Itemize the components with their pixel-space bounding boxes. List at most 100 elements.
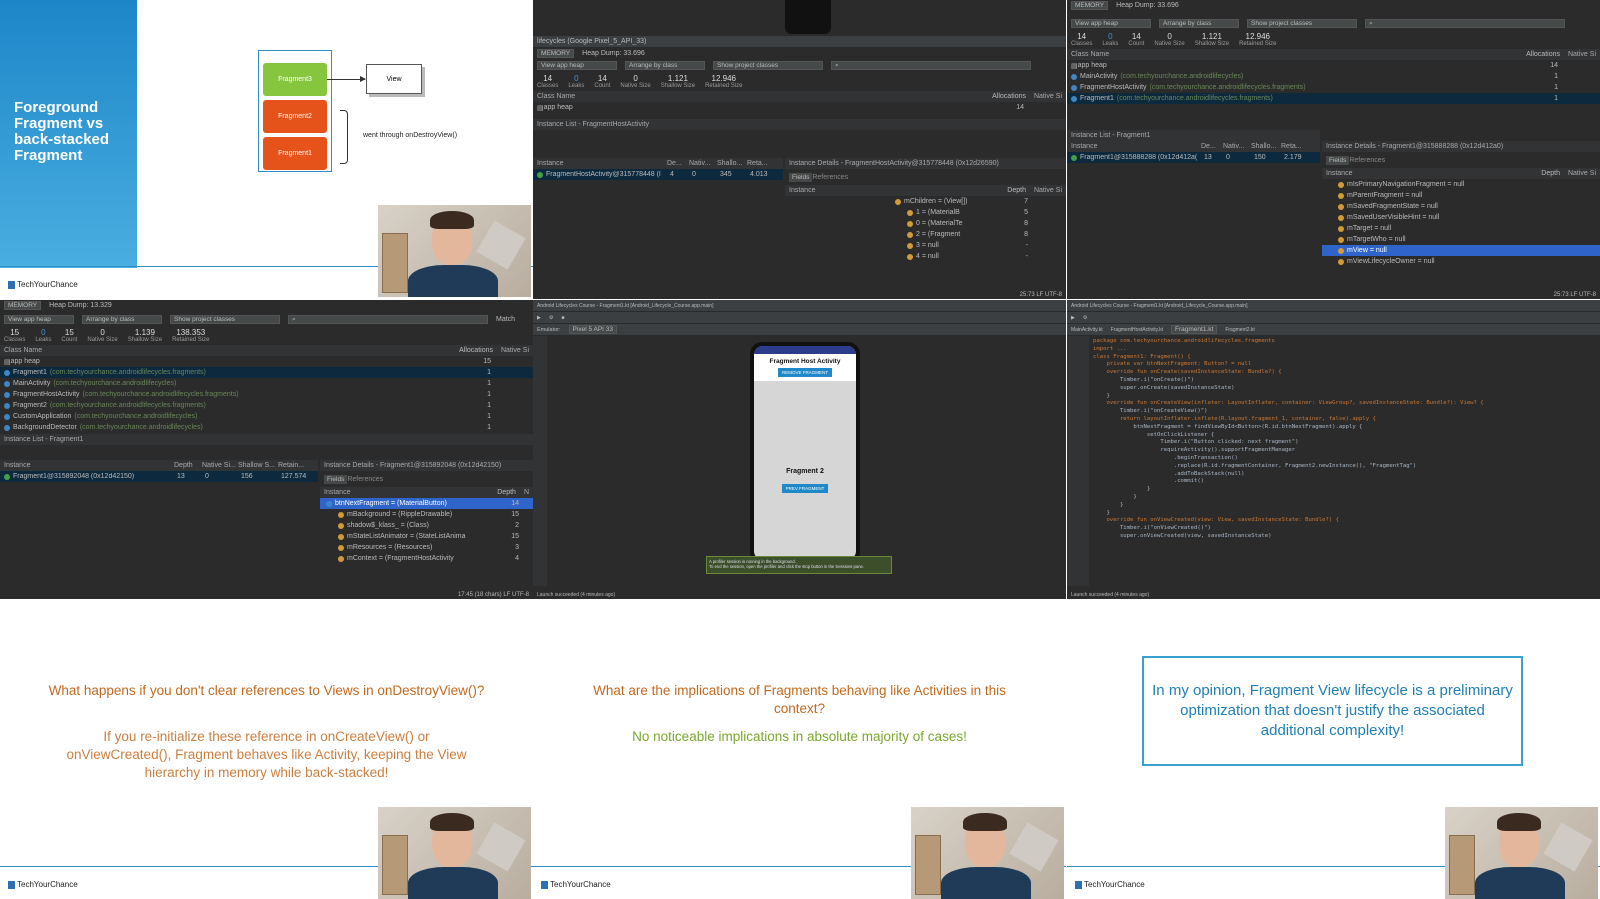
tab-references[interactable]: References [812,174,848,181]
prev-fragment-button[interactable]: PREV FRAGMENT [781,484,829,493]
class-row[interactable]: ▤ app heap 14 [1067,60,1600,71]
file-tab[interactable]: Fragment1.kt [1171,325,1218,334]
file-tabs: MainActivity.kt FragmentHostActivity.kt Fr… [1067,324,1600,336]
class-row[interactable]: Fragment1 (com.techyourchance.androidlife… [0,367,533,378]
tab-fields[interactable]: Fields [789,172,813,182]
instance-icon [537,171,543,178]
code-line: } [1093,392,1110,399]
stat-item: 14 Count [1128,32,1144,47]
run-icon[interactable]: ▶ [537,315,541,321]
details-row[interactable]: mView = null [1322,245,1600,256]
memory-dropdown[interactable]: MEMORY [537,49,575,58]
class-row[interactable]: BackgroundDetector (com.techyourchance.an… [0,422,533,433]
arrange-select[interactable]: Arrange by class [1159,19,1239,28]
details-row[interactable]: mChildren = (View[]) 7 [785,196,1066,207]
class-count: 1 [1554,84,1558,91]
arrange-select[interactable]: Arrange by class [625,61,705,70]
memory-dropdown[interactable]: MEMORY [1071,1,1109,10]
details-row[interactable]: shadow$_klass_ = (Class) 2 [320,520,533,531]
details-row[interactable]: mParentFragment = null [1322,190,1600,201]
heap-dump-label: Heap Dump: 33.696 [582,50,645,57]
details-row[interactable]: 1 = (MaterialB 5 [785,207,1066,218]
details-row[interactable]: mResources = (Resources) 3 [320,542,533,553]
field-depth: 8 [1024,231,1028,238]
details-row[interactable]: mTarget = null [1322,223,1600,234]
heap-stats: 14 Classes 0 Leaks 14 Count 0 Native Size 1.121 S… [533,72,1066,91]
class-row[interactable]: FragmentHostActivity (com.techyourchance.… [1067,82,1600,93]
debug-icon[interactable]: ⚙ [549,315,553,321]
details-row[interactable]: 0 = (MaterialTe 8 [785,218,1066,229]
details-row[interactable]: 3 = null - [785,240,1066,251]
class-row[interactable]: MainActivity (com.techyourchance.androidl… [0,378,533,389]
details-row[interactable]: mBackground = (RippleDrawable) 15 [320,509,533,520]
stat-item: 12.946 Retained Size [1239,32,1276,47]
tab-fields[interactable]: Fields [324,474,348,484]
file-tab[interactable]: MainActivity.kt [1071,327,1103,333]
show-select[interactable]: Show project classes [170,315,280,324]
details-row[interactable]: mSavedUserVisibleHint = null [1322,212,1600,223]
file-tab[interactable]: FragmentHostActivity.kt [1111,327,1163,333]
search-input[interactable]: ⌕ [1365,19,1565,28]
details-row[interactable]: mSavedFragmentState = null [1322,201,1600,212]
details-row[interactable]: mContext = (FragmentHostActivity 4 [320,553,533,564]
stop-icon[interactable]: ■ [561,315,564,321]
search-input[interactable]: ⌕ [831,61,1031,70]
run-icon[interactable]: ▶ [1071,315,1075,321]
device-tab[interactable]: Pixel 5 API 33 [568,325,618,334]
heap-select[interactable]: View app heap [4,315,74,324]
class-row[interactable]: Fragment1 (com.techyourchance.androidlife… [1067,93,1600,104]
instance-row[interactable]: FragmentHostActivity@315778448 (I 4 0 345 4.… [533,169,783,180]
file-tab[interactable]: Fragment2.kt [1225,327,1254,333]
stat-value: 0 [41,328,46,337]
heap-select[interactable]: View app heap [537,61,617,70]
stat-label: Shallow Size [1194,41,1230,47]
instance-row[interactable]: Fragment1@315892048 (0x12d42150) 13 0 156 12… [0,471,318,482]
stat-item: 12.946 Retained Size [705,74,742,89]
field-icon [1338,203,1344,210]
match-checkbox[interactable]: Match [496,316,515,323]
stat-item: 0 Leaks [568,74,584,89]
opinion-box: In my opinion, Fragment View lifecycle i… [1142,656,1523,766]
class-row[interactable]: Fragment2 (com.techyourchance.androidlife… [0,400,533,411]
folder-icon: ▤ [537,104,544,112]
details-row[interactable]: mIsPrimaryNavigationFragment = null [1322,179,1600,190]
field-icon [338,533,344,540]
class-row[interactable]: FragmentHostActivity (com.techyourchance.… [0,389,533,400]
class-row-app-heap[interactable]: ▤ app heap 14 [533,102,1066,113]
stat-item: 0 Native Size [1154,32,1184,47]
arrange-select[interactable]: Arrange by class [82,315,162,324]
details-row[interactable]: btnNextFragment = (MaterialButton) 14 [320,498,533,509]
stat-value: 14 [597,74,607,83]
show-select[interactable]: Show project classes [1247,19,1357,28]
details-row[interactable]: 2 = (Fragment 8 [785,229,1066,240]
details-row[interactable]: mViewLifecycleOwner = null [1322,256,1600,267]
emulator-tab[interactable]: Emulator: [537,327,561,333]
tab-references[interactable]: References [347,476,383,483]
debug-icon[interactable]: ⚙ [1083,315,1087,321]
slide-question-2: What are the implications of Fragments b… [533,600,1066,899]
tab-references[interactable]: References [1349,157,1385,164]
class-icon [1071,73,1077,80]
code-area[interactable]: package com.techyourchance.androidlifecy… [1093,338,1484,541]
stat-item: 15 Count [61,328,77,343]
memory-dropdown[interactable]: MEMORY [4,301,42,310]
class-icon [4,424,10,431]
details-row[interactable]: mTargetWho = null [1322,234,1600,245]
instance-row[interactable]: Fragment1@315888288 (0x12d412a(13 0 150 2.1… [1067,152,1320,163]
instance-header: Instance De... Nativ... Shallo... Reta... [1067,141,1320,152]
class-row[interactable]: CustomApplication (com.techyourchance.and… [0,411,533,422]
stat-item: 14 Count [594,74,610,89]
show-select[interactable]: Show project classes [713,61,823,70]
search-input[interactable]: ⌕ [288,315,488,324]
heap-select[interactable]: View app heap [1071,19,1151,28]
tab-fields[interactable]: Fields [1326,155,1350,165]
field-label: mViewLifecycleOwner = null [1347,258,1435,265]
details-row[interactable]: mStateListAnimator = (StateListAnima 15 [320,531,533,542]
remove-fragment-button[interactable]: REMOVE FRAGMENT [777,368,832,377]
class-row[interactable]: ▤ app heap 15 [0,356,533,367]
code-line: override fun onViewCreated(view: View, s… [1093,517,1339,524]
details-row[interactable]: 4 = null - [785,251,1066,262]
class-row[interactable]: MainActivity (com.techyourchance.androidl… [1067,71,1600,82]
slide-title: Foreground Fragment vs back-stacked Frag… [14,99,110,164]
field-label: 2 = (Fragment [916,231,961,238]
